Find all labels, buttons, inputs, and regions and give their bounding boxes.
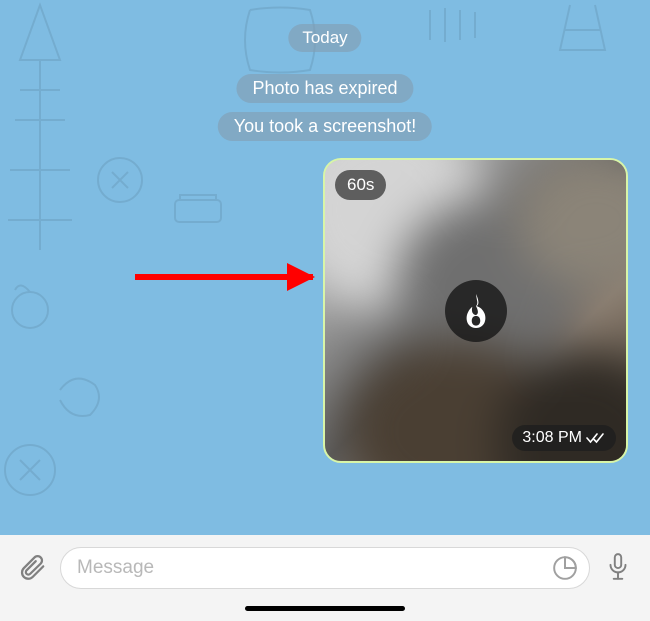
flame-icon xyxy=(445,280,507,342)
photo-timer-badge: 60s xyxy=(335,170,386,200)
system-message-expired: Photo has expired xyxy=(236,74,413,103)
home-indicator[interactable] xyxy=(245,606,405,611)
message-input[interactable] xyxy=(77,557,549,579)
microphone-icon xyxy=(605,552,631,582)
sticker-icon xyxy=(552,555,578,581)
disappearing-photo-message[interactable]: 60s 3:08 PM xyxy=(323,158,628,463)
message-timestamp: 3:08 PM xyxy=(512,425,616,451)
date-separator: Today xyxy=(288,24,361,52)
sticker-button[interactable] xyxy=(549,552,581,584)
message-input-wrapper[interactable] xyxy=(60,547,590,589)
system-message-screenshot: You took a screenshot! xyxy=(218,112,432,141)
annotation-arrow xyxy=(135,274,313,280)
paperclip-icon xyxy=(17,552,47,582)
timestamp-text: 3:08 PM xyxy=(522,429,582,447)
voice-message-button[interactable] xyxy=(600,547,636,587)
read-receipt-icon xyxy=(586,432,606,444)
chat-messages-area[interactable]: Today Photo has expired You took a scree… xyxy=(0,0,650,535)
attach-button[interactable] xyxy=(14,547,50,587)
